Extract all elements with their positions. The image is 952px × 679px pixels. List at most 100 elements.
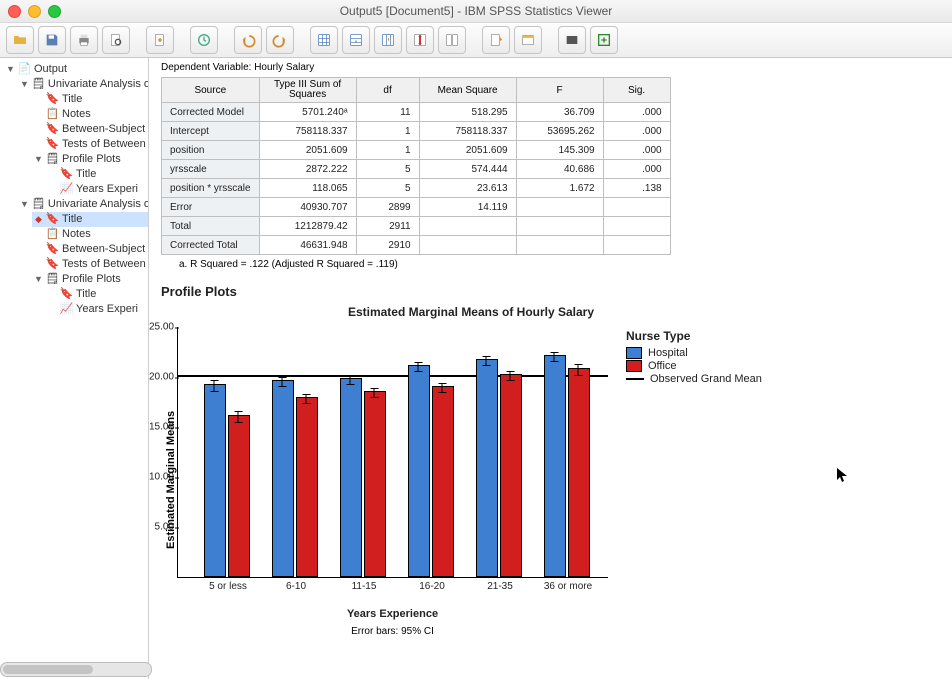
tree-profile-1[interactable]: ▼🗒Profile Plots — [32, 152, 148, 167]
tree-label: Title — [62, 212, 82, 227]
tree-between-2[interactable]: 🔖Between-Subject — [32, 242, 148, 257]
content-area: ▼📄Output ▼🗒Univariate Analysis of 🔖Title… — [0, 58, 952, 679]
export-button[interactable] — [146, 26, 174, 54]
open-file-button[interactable] — [6, 26, 34, 54]
error-bar — [418, 362, 419, 372]
tree-label: Between-Subject — [62, 122, 145, 137]
undo-button[interactable] — [234, 26, 262, 54]
tree-univariate-1[interactable]: ▼🗒Univariate Analysis of — [18, 77, 148, 92]
insert-button[interactable] — [438, 26, 466, 54]
y-tick: 5.00 — [149, 522, 174, 533]
tree-label: Univariate Analysis of — [48, 77, 149, 92]
tree-between-1[interactable]: 🔖Between-Subject — [32, 122, 148, 137]
table-row[interactable]: position2051.60912051.609145.309.000 — [162, 141, 671, 160]
bar-hospital — [340, 378, 362, 577]
redo-button[interactable] — [266, 26, 294, 54]
profile-plot-chart[interactable]: Estimated Marginal Means of Hourly Salar… — [161, 305, 781, 637]
bar-office — [296, 397, 318, 577]
legend-swatch-office — [626, 360, 642, 372]
error-bar — [214, 380, 215, 392]
select-last-output-button[interactable] — [482, 26, 510, 54]
table-row[interactable]: yrsscale2872.2225574.44440.686.000 — [162, 160, 671, 179]
print-preview-button[interactable] — [102, 26, 130, 54]
y-tick: 20.00 — [149, 372, 174, 383]
error-bar — [578, 364, 579, 376]
chart-error-bar-note: Error bars: 95% CI — [177, 626, 608, 637]
outline-sidebar[interactable]: ▼📄Output ▼🗒Univariate Analysis of 🔖Title… — [0, 58, 149, 679]
dependent-variable-label: Dependent Variable: Hourly Salary — [161, 62, 940, 73]
table-row[interactable]: position * yrsscale118.065523.6131.672.1… — [162, 179, 671, 198]
tree-profile-2[interactable]: ▼🗒Profile Plots — [32, 272, 148, 287]
add-button[interactable] — [590, 26, 618, 54]
col-ss: Type III Sum of Squares — [259, 78, 356, 103]
x-category-label: 21-35 — [468, 577, 532, 592]
tree-years-1[interactable]: 📈Years Experi — [46, 182, 148, 197]
anova-table[interactable]: Source Type III Sum of Squares df Mean S… — [161, 77, 671, 255]
table-icon: 🔖 — [46, 124, 59, 136]
bar-hospital — [408, 365, 430, 577]
tree-label: Profile Plots — [62, 272, 121, 287]
y-tick: 15.00 — [149, 422, 174, 433]
tree-years-2[interactable]: 📈Years Experi — [46, 302, 148, 317]
profile-plots-heading: Profile Plots — [161, 284, 940, 299]
tree-title-1[interactable]: 🔖Title — [32, 92, 148, 107]
y-tick: 25.00 — [149, 322, 174, 333]
table-row[interactable]: Total1212879.422911 — [162, 217, 671, 236]
error-bar — [238, 411, 239, 423]
window-title: Output5 [Document5] - IBM SPSS Statistic… — [0, 4, 952, 18]
legend-title: Nurse Type — [626, 329, 762, 343]
tree-label: Univariate Analysis of — [48, 197, 149, 212]
legend-label: Observed Grand Mean — [650, 373, 762, 385]
table-icon: 🔖 — [46, 259, 59, 271]
chart-title: Estimated Marginal Means of Hourly Salar… — [161, 305, 781, 319]
bar-hospital — [272, 380, 294, 577]
log-icon: 🗒 — [32, 199, 45, 211]
table-row[interactable]: Corrected Model5701.240ᵃ11518.29536.709.… — [162, 103, 671, 122]
bar-office — [228, 415, 250, 577]
col-ms: Mean Square — [419, 78, 516, 103]
tree-notes-1[interactable]: 📋Notes — [32, 107, 148, 122]
folder-icon: 🗒 — [46, 154, 59, 166]
bar-hospital — [544, 355, 566, 577]
table-row[interactable]: Intercept758118.3371758118.33753695.262.… — [162, 122, 671, 141]
y-tick: 10.00 — [149, 472, 174, 483]
tree-profile-title-1[interactable]: 🔖Title — [46, 167, 148, 182]
tree-label: Title — [76, 287, 96, 302]
tree-title-2[interactable]: ◆🔖Title — [32, 212, 148, 227]
x-category-label: 6-10 — [264, 577, 328, 592]
tree-univariate-2[interactable]: ▼🗒Univariate Analysis of — [18, 197, 148, 212]
table-icon: 🔖 — [46, 139, 59, 151]
sidebar-horizontal-scrollbar[interactable] — [0, 662, 152, 677]
toolbar — [0, 23, 952, 58]
tree-label: Notes — [62, 107, 91, 122]
tree-output-root[interactable]: ▼📄Output — [4, 62, 148, 77]
run-button[interactable] — [558, 26, 586, 54]
col-source: Source — [162, 78, 260, 103]
bar-office — [568, 368, 590, 577]
tree-notes-2[interactable]: 📋Notes — [32, 227, 148, 242]
title-icon: 🔖 — [60, 289, 73, 301]
goto-variable-button[interactable] — [374, 26, 402, 54]
save-button[interactable] — [38, 26, 66, 54]
tree-label: Profile Plots — [62, 152, 121, 167]
folder-icon: 🗒 — [46, 274, 59, 286]
table-row[interactable]: Error40930.707289914.119 — [162, 198, 671, 217]
error-bar — [554, 352, 555, 362]
tree-tests-2[interactable]: 🔖Tests of Between — [32, 257, 148, 272]
print-button[interactable] — [70, 26, 98, 54]
tree-label: Tests of Between — [62, 137, 146, 152]
chart-legend: Nurse Type Hospital Office Observed Gran… — [626, 323, 762, 637]
error-bar — [486, 356, 487, 366]
output-viewer[interactable]: Dependent Variable: Hourly Salary Source… — [149, 58, 952, 679]
recall-dialog-button[interactable] — [190, 26, 218, 54]
col-f: F — [516, 78, 603, 103]
tree-tests-1[interactable]: 🔖Tests of Between — [32, 137, 148, 152]
goto-case-button[interactable] — [342, 26, 370, 54]
designate-window-button[interactable] — [514, 26, 542, 54]
scrollbar-thumb[interactable] — [3, 665, 93, 674]
tree-profile-title-2[interactable]: 🔖Title — [46, 287, 148, 302]
goto-data-button[interactable] — [310, 26, 338, 54]
variables-button[interactable] — [406, 26, 434, 54]
table-row[interactable]: Corrected Total46631.9482910 — [162, 236, 671, 255]
legend-label: Hospital — [648, 347, 688, 359]
